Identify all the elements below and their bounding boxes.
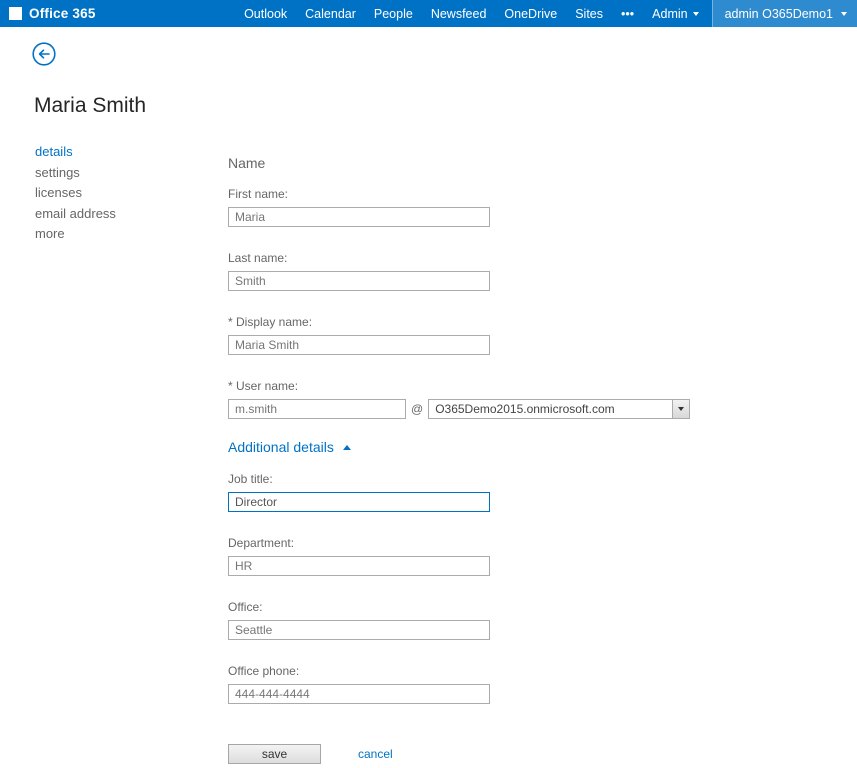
chevron-down-icon (692, 11, 699, 16)
additional-details-label: Additional details (228, 439, 334, 455)
job-title-label: Job title: (228, 472, 273, 486)
last-name-input[interactable] (228, 271, 490, 291)
nav-item-calendar[interactable]: Calendar (296, 0, 365, 27)
field-group-job-title: Job title: (228, 472, 708, 512)
domain-select-arrow-button[interactable] (672, 400, 690, 418)
domain-select[interactable]: O365Demo2015.onmicrosoft.com (428, 399, 691, 419)
field-group-last-name: Last name: (228, 251, 708, 291)
nav-item-more-apps[interactable]: ••• (612, 0, 643, 27)
cancel-link[interactable]: cancel (358, 747, 393, 761)
nav-item-label: Admin (652, 6, 688, 21)
office365-brand-icon (9, 7, 22, 20)
additional-details-toggle[interactable]: Additional details (228, 439, 708, 456)
back-arrow-icon (32, 42, 56, 66)
suite-nav: Outlook Calendar People Newsfeed OneDriv… (235, 0, 857, 27)
nav-item-label: Outlook (244, 6, 288, 21)
sidebar-nav: details settings licenses email address … (35, 142, 195, 245)
office-label: Office: (228, 600, 263, 614)
brand-text: Office 365 (29, 6, 96, 21)
office-phone-input[interactable] (228, 684, 490, 704)
chevron-down-icon (678, 407, 685, 411)
field-group-display-name: * Display name: (228, 315, 708, 355)
section-heading-name: Name (228, 155, 266, 171)
office365-logo[interactable]: Office 365 (0, 0, 106, 27)
display-name-label: * Display name: (228, 315, 313, 329)
field-group-office-phone: Office phone: (228, 664, 708, 704)
sidebar-item-settings[interactable]: settings (35, 163, 195, 184)
at-sign: @ (411, 402, 424, 416)
field-group-user-name: * User name: @ O365Demo2015.onmicrosoft.… (228, 379, 708, 419)
nav-item-label: People (373, 6, 413, 21)
page-title: Maria Smith (34, 94, 147, 117)
user-name-label: * User name: (228, 379, 299, 393)
sidebar-item-details[interactable]: details (35, 142, 195, 163)
field-group-department: Department: (228, 536, 708, 576)
sidebar-item-more[interactable]: more (35, 224, 195, 245)
nav-item-newsfeed[interactable]: Newsfeed (422, 0, 496, 27)
nav-item-label: Newsfeed (430, 6, 487, 21)
field-group-first-name: First name: (228, 187, 708, 227)
user-name-input[interactable] (228, 399, 406, 419)
account-menu[interactable]: admin O365Demo1 (711, 0, 857, 27)
nav-item-onedrive[interactable]: OneDrive (495, 0, 566, 27)
user-name-row: @ O365Demo2015.onmicrosoft.com (228, 399, 708, 419)
office-phone-label: Office phone: (228, 664, 300, 678)
suite-bar: Office 365 Outlook Calendar People Newsf… (0, 0, 857, 27)
nav-item-label: Sites (575, 6, 604, 21)
details-form: Name First name: Last name: * Display na… (228, 155, 708, 764)
page: Office 365 Outlook Calendar People Newsf… (0, 0, 857, 768)
save-button[interactable]: save (228, 744, 321, 764)
nav-item-people[interactable]: People (365, 0, 422, 27)
department-label: Department: (228, 536, 295, 550)
nav-item-label: Calendar (305, 6, 356, 21)
department-input[interactable] (228, 556, 490, 576)
nav-item-sites[interactable]: Sites (566, 0, 612, 27)
job-title-input[interactable] (228, 492, 490, 512)
chevron-up-icon (342, 445, 351, 450)
nav-item-admin[interactable]: Admin (643, 0, 707, 27)
office-input[interactable] (228, 620, 490, 640)
nav-item-label: OneDrive (504, 6, 558, 21)
first-name-input[interactable] (228, 207, 490, 227)
display-name-input[interactable] (228, 335, 490, 355)
ellipsis-icon: ••• (621, 6, 635, 21)
first-name-label: First name: (228, 187, 289, 201)
account-label: admin O365Demo1 (724, 6, 833, 21)
form-actions: save cancel (228, 744, 708, 764)
nav-item-outlook[interactable]: Outlook (235, 0, 296, 27)
field-group-office: Office: (228, 600, 708, 640)
sidebar-item-licenses[interactable]: licenses (35, 183, 195, 204)
chevron-down-icon (841, 11, 847, 16)
sidebar-item-email-address[interactable]: email address (35, 204, 195, 225)
domain-select-value: O365Demo2015.onmicrosoft.com (435, 402, 615, 416)
last-name-label: Last name: (228, 251, 288, 265)
back-button[interactable] (32, 42, 56, 66)
